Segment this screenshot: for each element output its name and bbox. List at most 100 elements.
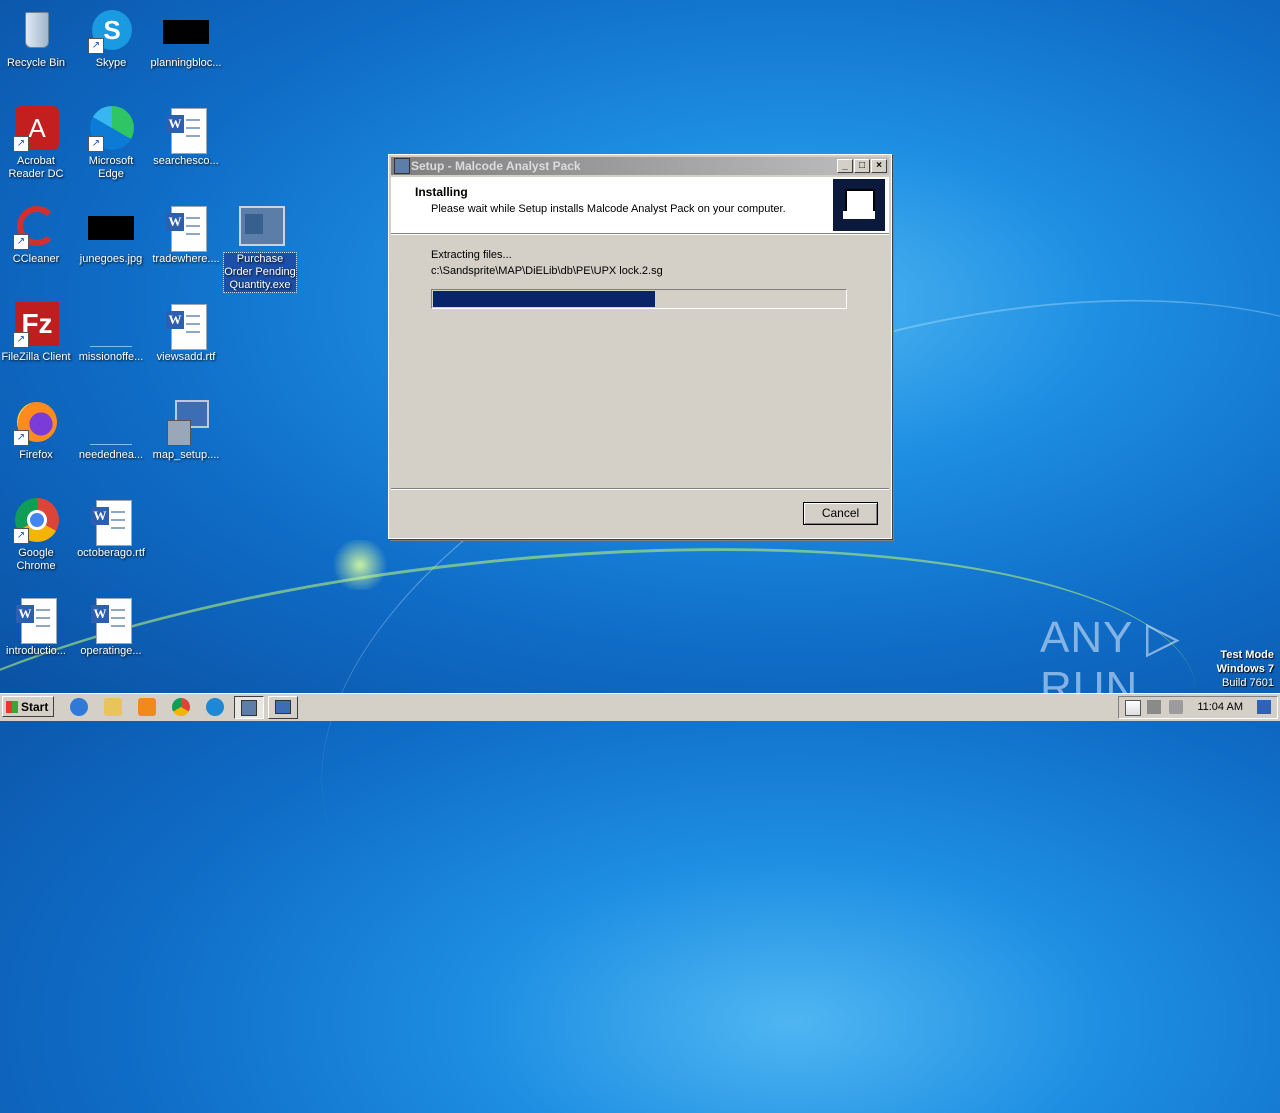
planningbloc-icon[interactable]: planningbloc... <box>150 8 222 70</box>
cancel-button[interactable]: Cancel <box>803 502 878 525</box>
skype-icon[interactable]: S ↗ Skype <box>75 8 147 70</box>
window-task-icon <box>275 700 291 714</box>
network-icon[interactable] <box>1147 700 1161 714</box>
shortcut-arrow-icon: ↗ <box>13 136 29 152</box>
setup-window[interactable]: Setup - Malcode Analyst Pack _ □ × Insta… <box>388 154 892 539</box>
system-tray: 11:04 AM <box>1118 696 1278 719</box>
page-title: Installing <box>415 185 468 199</box>
word-doc-icon: W <box>163 106 209 154</box>
icon-label: octoberago.rtf <box>77 547 145 559</box>
install-progress-bar <box>431 289 847 309</box>
shortcut-arrow-icon: ↗ <box>13 430 29 446</box>
acrobat-icon-graphic: A ↗ <box>13 106 59 152</box>
introduction-doc-icon[interactable]: W introductio... <box>0 596 72 658</box>
purchase-order-exe-icon[interactable]: Purchase Order Pending Quantity.exe <box>223 204 297 293</box>
window-titlebar[interactable]: Setup - Malcode Analyst Pack _ □ × <box>391 157 889 175</box>
status-text: Extracting files... <box>431 249 512 261</box>
taskbar-clock[interactable]: 11:04 AM <box>1197 701 1243 713</box>
viewsadd-rtf-icon[interactable]: W viewsadd.rtf <box>150 302 222 364</box>
footer-divider <box>391 488 889 490</box>
icon-label: viewsadd.rtf <box>156 351 216 363</box>
edge-icon-graphic: ↗ <box>88 106 134 152</box>
wallpaper-glow <box>330 540 390 590</box>
icon-label: Google Chrome <box>16 547 56 572</box>
recycle-bin-icon[interactable]: Recycle Bin <box>0 8 72 70</box>
icon-label: Microsoft Edge <box>88 155 134 180</box>
word-doc-icon: W <box>13 596 59 644</box>
edge-taskbar-icon[interactable] <box>206 698 224 716</box>
progress-fill <box>433 291 655 307</box>
minimize-button[interactable]: _ <box>837 159 853 173</box>
current-file-path: c:\Sandsprite\MAP\DiELib\db\PE\UPX lock.… <box>431 265 663 277</box>
icon-label: Recycle Bin <box>6 57 66 69</box>
chrome-taskbar-icon[interactable] <box>172 698 190 716</box>
icon-label: missionoffe... <box>78 351 144 363</box>
os-name-line: Windows 7 <box>1216 663 1274 675</box>
file-explorer-icon[interactable] <box>104 698 122 716</box>
acrobat-reader-icon[interactable]: A ↗ Acrobat Reader DC <box>0 106 72 181</box>
exe-window-icon <box>237 204 285 250</box>
media-player-icon[interactable] <box>138 698 156 716</box>
internet-explorer-icon[interactable] <box>70 698 88 716</box>
window-title: Setup - Malcode Analyst Pack <box>411 159 581 173</box>
icon-label: Firefox <box>19 449 53 461</box>
window-task-button[interactable] <box>268 696 298 719</box>
word-doc-icon: W <box>88 596 134 644</box>
word-doc-icon: W <box>163 204 209 252</box>
map-setup-icon[interactable]: map_setup.... <box>150 400 222 462</box>
firefox-icon-graphic: ↗ <box>13 400 59 446</box>
shortcut-arrow-icon: ↗ <box>13 528 29 544</box>
icon-label: tradewhere.... <box>152 253 220 265</box>
shortcut-arrow-icon: ↗ <box>13 234 29 250</box>
taskbar: Start 11:04 AM <box>0 693 1280 721</box>
ccleaner-icon-graphic: ↗ <box>13 204 59 250</box>
missionoffe-icon[interactable]: missionoffe... <box>75 302 147 364</box>
maximize-button[interactable]: □ <box>854 159 870 173</box>
icon-label: junegoes.jpg <box>79 253 143 265</box>
image-thumbnail-icon <box>163 8 209 54</box>
junegoes-jpg-icon[interactable]: junegoes.jpg <box>75 204 147 266</box>
blank-file-icon <box>88 302 134 348</box>
icon-label: Skype <box>95 57 127 69</box>
show-desktop-icon[interactable] <box>1257 700 1271 714</box>
icon-label: searchesco... <box>153 155 219 167</box>
recycle-bin-icon-graphic <box>13 8 59 54</box>
shortcut-arrow-icon: ↗ <box>88 38 104 54</box>
icon-label: introductio... <box>6 645 66 657</box>
shortcut-arrow-icon: ↗ <box>88 136 104 152</box>
action-center-flag-icon[interactable] <box>1125 700 1141 716</box>
icon-label: planningbloc... <box>150 57 222 69</box>
setup-app-icon <box>394 158 410 174</box>
word-doc-icon: W <box>88 498 134 546</box>
blank-file-icon <box>88 400 134 446</box>
start-button[interactable]: Start <box>2 696 54 717</box>
ccleaner-icon[interactable]: ↗ CCleaner <box>0 204 72 266</box>
icon-label: FileZilla Client <box>1 351 71 363</box>
google-chrome-icon[interactable]: ↗ Google Chrome <box>0 498 72 573</box>
volume-icon[interactable] <box>1169 700 1183 714</box>
computer-install-icon <box>833 179 885 231</box>
filezilla-icon[interactable]: Fz ↗ FileZilla Client <box>0 302 72 364</box>
windows-flag-icon <box>6 701 18 713</box>
searchesco-doc-icon[interactable]: W searchesco... <box>150 106 222 168</box>
icon-label: neededneа... <box>78 449 144 461</box>
close-button[interactable]: × <box>871 159 887 173</box>
neededneа-icon[interactable]: neededneа... <box>75 400 147 462</box>
test-mode-notice: Test Mode Windows 7 Build 7601 <box>1217 648 1274 690</box>
setup-task-button[interactable] <box>234 696 264 719</box>
tradewhere-doc-icon[interactable]: W tradewhere.... <box>150 204 222 266</box>
shortcut-arrow-icon: ↗ <box>13 332 29 348</box>
icon-label: map_setup.... <box>152 449 220 461</box>
word-doc-icon: W <box>163 302 209 350</box>
firefox-icon[interactable]: ↗ Firefox <box>0 400 72 462</box>
octoberago-rtf-icon[interactable]: W octoberago.rtf <box>75 498 147 560</box>
test-mode-line: Test Mode <box>1220 649 1274 661</box>
start-label: Start <box>21 700 49 714</box>
build-line: Build 7601 <box>1222 677 1274 689</box>
microsoft-edge-icon[interactable]: ↗ Microsoft Edge <box>75 106 147 181</box>
installer-icon-graphic <box>163 400 209 446</box>
operatinge-doc-icon[interactable]: W operatinge... <box>75 596 147 658</box>
setup-task-icon <box>241 700 257 716</box>
icon-label: Acrobat Reader DC <box>8 155 64 180</box>
image-thumbnail-icon <box>88 204 134 250</box>
